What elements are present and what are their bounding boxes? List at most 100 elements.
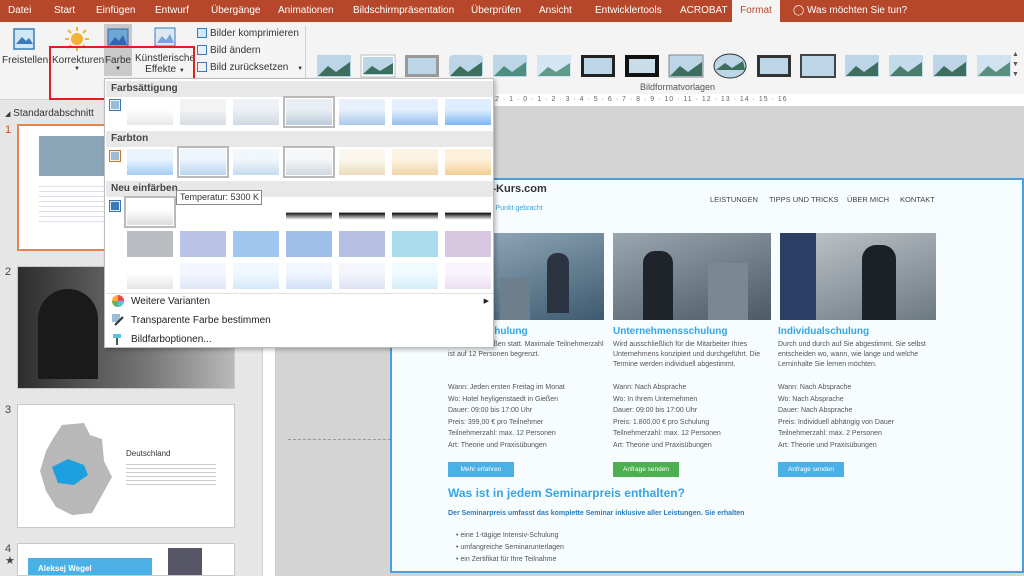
list-item: • ein Zertifikat für Ihre Teilnahme — [456, 556, 557, 563]
group-label-bildformatvorlagen: Bildformatvorlagen — [640, 82, 716, 92]
lightbulb-icon: ◯ — [793, 5, 805, 16]
anfrage-senden-button-2[interactable]: Anfrage senden — [613, 462, 679, 477]
ribbon-tab-bar: Datei Start Einfügen Entwurf Übergänge A… — [0, 0, 1024, 22]
section-subheading: Der Seminarpreis umfasst das komplette S… — [448, 510, 745, 517]
recolor-swatch[interactable] — [339, 263, 385, 289]
recolor-swatch[interactable] — [233, 231, 279, 257]
tab-entwicklertools[interactable]: Entwicklertools — [591, 0, 666, 22]
slide-number: 4 ★ — [5, 543, 15, 567]
nav-ueber-mich[interactable]: ÜBER MICH — [847, 195, 889, 204]
saturation-swatch[interactable] — [392, 99, 438, 125]
recolor-swatch[interactable] — [339, 199, 385, 225]
picture-style-12[interactable] — [800, 52, 836, 80]
picture-style-16[interactable] — [976, 52, 1012, 80]
tab-datei[interactable]: Datei — [4, 0, 35, 22]
weitere-varianten-menuitem[interactable]: Weitere Varianten ▶ — [111, 293, 493, 311]
picture-style-10[interactable] — [712, 52, 748, 80]
tab-entwurf[interactable]: Entwurf — [151, 0, 193, 22]
recolor-swatch[interactable] — [127, 263, 173, 289]
photo-training — [492, 233, 604, 320]
collapse-triangle-icon: ◢ — [5, 111, 11, 118]
bilder-komprimieren-button[interactable]: Bilder komprimieren — [197, 26, 299, 42]
tab-acrobat[interactable]: ACROBAT — [676, 0, 732, 22]
tab-uebergaenge[interactable]: Übergänge — [207, 0, 264, 22]
picture-style-7[interactable] — [580, 52, 616, 80]
card-3-title: Individualschulung — [778, 326, 870, 337]
tone-swatch[interactable] — [177, 146, 229, 178]
freistellen-button[interactable]: Freistellen — [2, 26, 48, 66]
bild-aendern-button[interactable]: Bild ändern — [197, 43, 261, 59]
transparente-farbe-menuitem[interactable]: Transparente Farbe bestimmen — [111, 312, 271, 330]
tone-swatch[interactable] — [392, 149, 438, 175]
recolor-swatch[interactable] — [445, 199, 491, 225]
tab-animationen[interactable]: Animationen — [274, 0, 338, 22]
nav-tipps-und-tricks[interactable]: TIPPS UND TRICKS — [769, 195, 838, 204]
recolor-swatch[interactable] — [445, 231, 491, 257]
slide-thumbnail-3[interactable]: Deutschland — [17, 404, 235, 528]
recolor-swatch[interactable] — [286, 199, 332, 225]
included-list: • eine 1-tägige Intensiv-Schulung • umfa… — [456, 530, 564, 566]
recolor-swatch[interactable] — [180, 263, 226, 289]
tone-swatch[interactable] — [339, 149, 385, 175]
picture-style-1[interactable] — [316, 52, 352, 80]
recolor-swatch[interactable] — [233, 263, 279, 289]
nav-kontakt[interactable]: KONTAKT — [900, 195, 935, 204]
recolor-swatch[interactable] — [339, 231, 385, 257]
picture-style-11[interactable] — [756, 52, 792, 80]
photo-meeting — [613, 233, 771, 320]
recolor-swatch[interactable] — [127, 231, 173, 257]
tab-ansicht[interactable]: Ansicht — [535, 0, 576, 22]
picture-style-3[interactable] — [404, 52, 440, 80]
picture-style-6[interactable] — [536, 52, 572, 80]
saturation-swatch[interactable] — [445, 99, 491, 125]
picture-style-2[interactable] — [360, 52, 396, 80]
section-header[interactable]: ◢ Standardabschnitt — [5, 108, 94, 119]
saturation-swatch[interactable] — [339, 99, 385, 125]
recolor-options-icon — [109, 200, 121, 215]
tell-me-search[interactable]: ◯ Was möchten Sie tun? — [793, 0, 907, 22]
mehr-erfahren-button[interactable]: Mehr erfahren — [448, 462, 514, 477]
picture-style-13[interactable] — [844, 52, 880, 80]
recolor-swatch[interactable] — [392, 199, 438, 225]
nav-leistungen[interactable]: LEISTUNGEN — [710, 195, 758, 204]
tab-start[interactable]: Start — [50, 0, 79, 22]
saturation-swatch[interactable] — [127, 99, 173, 125]
slide-number: 3 — [5, 404, 12, 416]
gallery-scroll[interactable]: ▲ ▼ ▼ — [1012, 50, 1019, 80]
recolor-swatch[interactable] — [392, 231, 438, 257]
picture-style-15[interactable] — [932, 52, 968, 80]
tab-bildschirmpraesentation[interactable]: Bildschirmpräsentation — [349, 0, 458, 22]
bild-zuruecksetzen-button[interactable]: Bild zurücksetzen ▼ — [197, 60, 303, 76]
card-2-title: Unternehmensschulung — [613, 326, 728, 337]
recolor-swatch[interactable] — [286, 231, 332, 257]
tone-swatch[interactable] — [233, 149, 279, 175]
tab-format[interactable]: Format — [732, 0, 780, 22]
tone-swatch[interactable] — [445, 149, 491, 175]
tone-swatch[interactable] — [283, 146, 335, 178]
picture-style-14[interactable] — [888, 52, 924, 80]
recolor-swatch[interactable] — [392, 263, 438, 289]
list-item: • umfangreiche Seminarunterlagen — [456, 544, 564, 551]
neu-einfaerben-header: Neu einfärben — [106, 181, 493, 197]
picture-style-5[interactable] — [492, 52, 528, 80]
picture-style-4[interactable] — [448, 52, 484, 80]
saturation-swatch[interactable] — [283, 96, 335, 128]
tab-ueberpruefen[interactable]: Überprüfen — [467, 0, 525, 22]
card-3-info: Wann: Nach Absprache Wo: Nach Absprache Da… — [778, 384, 894, 449]
recolor-swatch[interactable] — [286, 263, 332, 289]
recolor-swatch[interactable] — [445, 263, 491, 289]
anfrage-senden-button-3[interactable]: Anfrage senden — [778, 462, 844, 477]
slide-thumbnail-4[interactable]: Aleksej Wegel — [17, 543, 235, 576]
recolor-swatch[interactable] — [180, 231, 226, 257]
chevron-down-icon: ▼ — [297, 66, 304, 72]
bildfarboptionen-menuitem[interactable]: Bildfarboptionen... — [111, 331, 212, 349]
picture-style-8[interactable] — [624, 52, 660, 80]
tone-swatch[interactable] — [127, 149, 173, 175]
slide-number: 1 — [5, 124, 12, 136]
recolor-swatch[interactable] — [124, 196, 176, 228]
picture-style-9[interactable] — [668, 52, 704, 80]
saturation-swatch[interactable] — [180, 99, 226, 125]
temperature-tooltip: Temperatur: 5300 K — [176, 190, 262, 205]
tab-einfuegen[interactable]: Einfügen — [92, 0, 139, 22]
saturation-swatch[interactable] — [233, 99, 279, 125]
